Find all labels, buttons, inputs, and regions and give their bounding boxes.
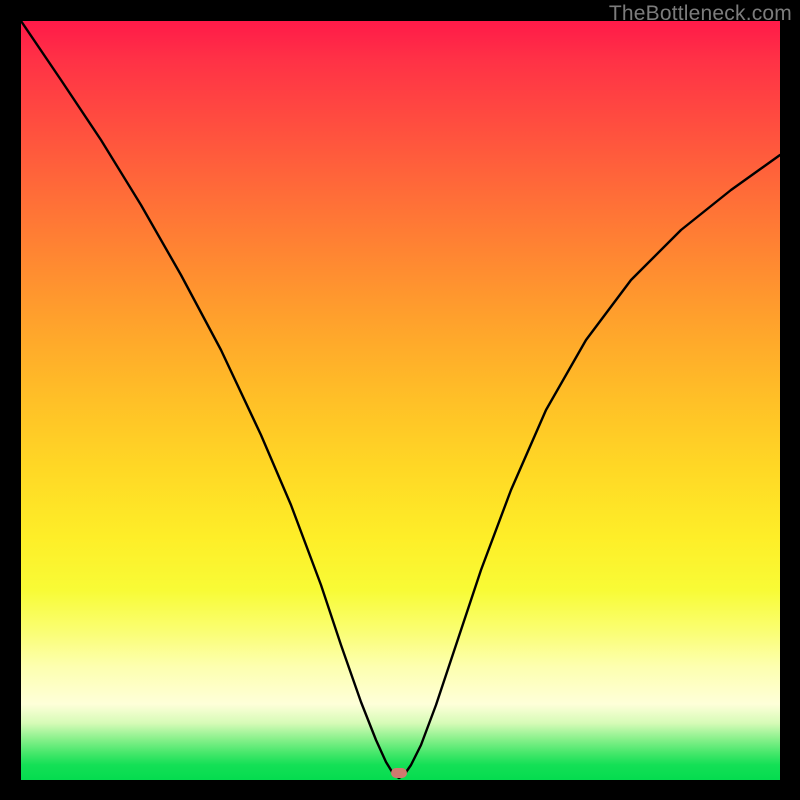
curve-svg [21, 21, 780, 780]
chart-stage: TheBottleneck.com [0, 0, 800, 800]
watermark-text: TheBottleneck.com [609, 2, 792, 26]
bottleneck-curve [21, 21, 780, 778]
optimal-point-marker [391, 768, 407, 778]
gradient-plot-area [21, 21, 780, 780]
